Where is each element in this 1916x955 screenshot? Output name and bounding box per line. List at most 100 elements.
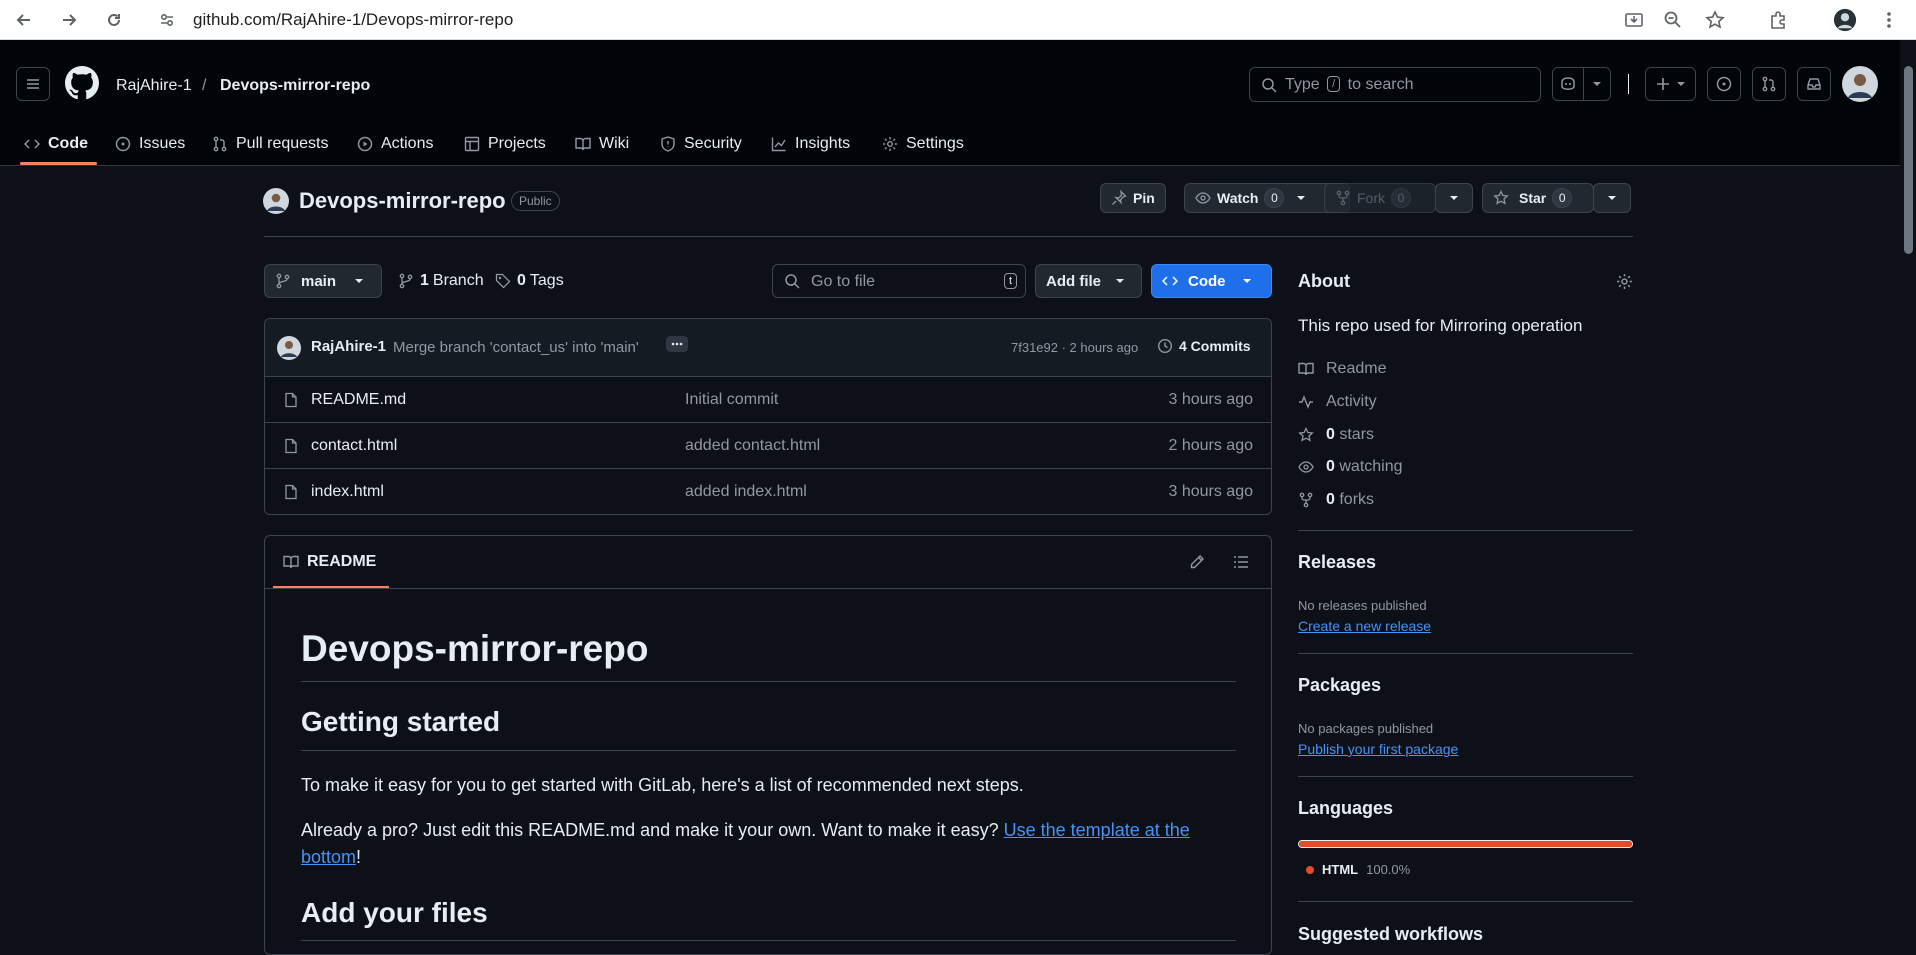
tab-label: Actions — [381, 135, 434, 152]
file-name[interactable]: contact.html — [311, 437, 397, 455]
add-file-label: Add file — [1046, 272, 1101, 290]
edit-about-button[interactable] — [1616, 273, 1633, 290]
search-input[interactable]: Type / to search — [1249, 67, 1541, 102]
install-icon[interactable] — [1622, 8, 1646, 32]
url-text[interactable]: github.com/RajAhire-1/Devops-mirror-repo — [193, 10, 513, 30]
table-row[interactable]: README.md Initial commit 3 hours ago — [265, 377, 1271, 423]
tab-security[interactable]: Security — [660, 125, 742, 163]
copilot-icon — [1561, 77, 1575, 90]
breadcrumb-owner[interactable]: RajAhire-1 — [116, 77, 192, 95]
file-name[interactable]: README.md — [311, 391, 406, 409]
watching-link[interactable]: 0 watching — [1298, 458, 1403, 476]
file-commit-message[interactable]: added contact.html — [685, 437, 820, 455]
pull-request-icon — [1762, 76, 1776, 92]
code-button[interactable]: Code — [1151, 264, 1272, 298]
releases-title[interactable]: Releases — [1298, 552, 1376, 573]
stars-link[interactable]: 0 stars — [1298, 426, 1374, 444]
tags-link[interactable]: 0 Tags — [495, 272, 564, 290]
hamburger-menu-button[interactable] — [16, 67, 50, 101]
create-new-button[interactable] — [1645, 67, 1696, 101]
file-icon — [285, 484, 297, 500]
commits-link[interactable]: 4 Commits — [1157, 338, 1251, 354]
forward-icon[interactable] — [57, 8, 81, 32]
chevron-down-icon — [1450, 196, 1458, 200]
tab-insights[interactable]: Insights — [771, 125, 850, 163]
go-to-file-input[interactable]: Go to file t — [772, 264, 1026, 298]
tab-code[interactable]: Code — [24, 125, 88, 163]
languages-title: Languages — [1298, 798, 1394, 818]
copilot-dropdown-button[interactable] — [1583, 67, 1611, 101]
branch-icon — [399, 273, 413, 289]
back-icon[interactable] — [12, 8, 36, 32]
activity-link[interactable]: Activity — [1298, 393, 1377, 411]
language-bar-segment-html — [1299, 841, 1632, 847]
eye-icon — [1298, 461, 1314, 473]
book-icon — [283, 555, 299, 569]
zoom-icon[interactable] — [1661, 8, 1685, 32]
create-release-link[interactable]: Create a new release — [1298, 618, 1431, 634]
readme-tab[interactable]: README — [283, 553, 376, 571]
add-file-button[interactable]: Add file — [1035, 264, 1142, 298]
github-logo-icon[interactable] — [65, 66, 99, 100]
outline-button[interactable] — [1233, 554, 1249, 570]
site-info-icon[interactable] — [155, 8, 179, 32]
fork-dropdown-button[interactable] — [1435, 183, 1473, 213]
commit-author[interactable]: RajAhire-1 — [311, 338, 386, 355]
inbox-button[interactable] — [1797, 67, 1831, 101]
watching-count: 0 — [1326, 458, 1335, 475]
commit-message[interactable]: Merge branch 'contact_us' into 'main' — [393, 339, 639, 356]
file-commit-message[interactable]: added index.html — [685, 483, 807, 501]
tab-pull-requests[interactable]: Pull requests — [212, 125, 329, 163]
forks-count: 0 — [1326, 491, 1335, 508]
fork-button[interactable]: Fork 0 — [1324, 183, 1436, 213]
owner-avatar[interactable] — [263, 188, 289, 214]
tab-projects[interactable]: Projects — [464, 125, 546, 163]
copilot-button[interactable] — [1552, 67, 1584, 101]
releases-empty-text: No releases published — [1298, 598, 1427, 613]
user-avatar[interactable] — [1842, 66, 1878, 102]
forks-label: forks — [1339, 491, 1375, 508]
profile-avatar-icon[interactable] — [1833, 8, 1857, 32]
file-commit-message[interactable]: Initial commit — [685, 391, 778, 409]
search-icon — [785, 274, 800, 289]
languages-bar — [1298, 840, 1633, 848]
watching-label: watching — [1339, 458, 1403, 475]
pull-requests-button[interactable] — [1752, 67, 1786, 101]
branches-link[interactable]: 1 Branch — [398, 272, 484, 290]
file-time: 3 hours ago — [1168, 483, 1253, 500]
commit-expand-button[interactable] — [666, 336, 688, 352]
file-name[interactable]: index.html — [311, 483, 384, 501]
language-item-html[interactable]: HTML 100.0% — [1306, 862, 1410, 877]
branch-selector[interactable]: main — [264, 264, 382, 298]
reload-icon[interactable] — [102, 8, 126, 32]
tab-issues[interactable]: Issues — [115, 125, 185, 163]
star-button[interactable]: Star 0 — [1482, 183, 1594, 213]
readme-paragraph-end: ! — [356, 847, 362, 867]
tab-label: Settings — [906, 135, 964, 152]
plus-icon — [1656, 78, 1669, 90]
bookmark-star-icon[interactable] — [1703, 8, 1727, 32]
scrollbar-thumb[interactable] — [1904, 66, 1913, 254]
tab-actions[interactable]: Actions — [357, 125, 433, 163]
extensions-icon[interactable] — [1766, 8, 1790, 32]
packages-title[interactable]: Packages — [1298, 675, 1381, 696]
graph-icon — [771, 137, 786, 152]
star-dropdown-button[interactable] — [1593, 183, 1631, 213]
commit-meta[interactable]: 7f31e92 · 2 hours ago — [1011, 340, 1138, 355]
edit-readme-button[interactable] — [1189, 554, 1205, 570]
readme-link[interactable]: Readme — [1298, 360, 1386, 378]
publish-package-link[interactable]: Publish your first package — [1298, 741, 1458, 757]
github-header: RajAhire-1 / Devops-mirror-repo Type / t… — [0, 40, 1900, 166]
search-placeholder-pre: Type — [1285, 76, 1320, 93]
table-row[interactable]: contact.html added contact.html 2 hours … — [265, 423, 1271, 469]
forks-link[interactable]: 0 forks — [1298, 491, 1374, 509]
issues-button[interactable] — [1707, 67, 1741, 101]
breadcrumb-repo[interactable]: Devops-mirror-repo — [220, 77, 370, 95]
menu-kebab-icon[interactable] — [1877, 8, 1901, 32]
commit-author-avatar[interactable] — [277, 336, 301, 360]
pin-button[interactable]: Pin — [1100, 183, 1166, 213]
tab-wiki[interactable]: Wiki — [575, 125, 629, 163]
repo-title[interactable]: Devops-mirror-repo — [299, 188, 506, 214]
table-row[interactable]: index.html added index.html 3 hours ago — [265, 469, 1271, 514]
tab-settings[interactable]: Settings — [882, 125, 964, 163]
